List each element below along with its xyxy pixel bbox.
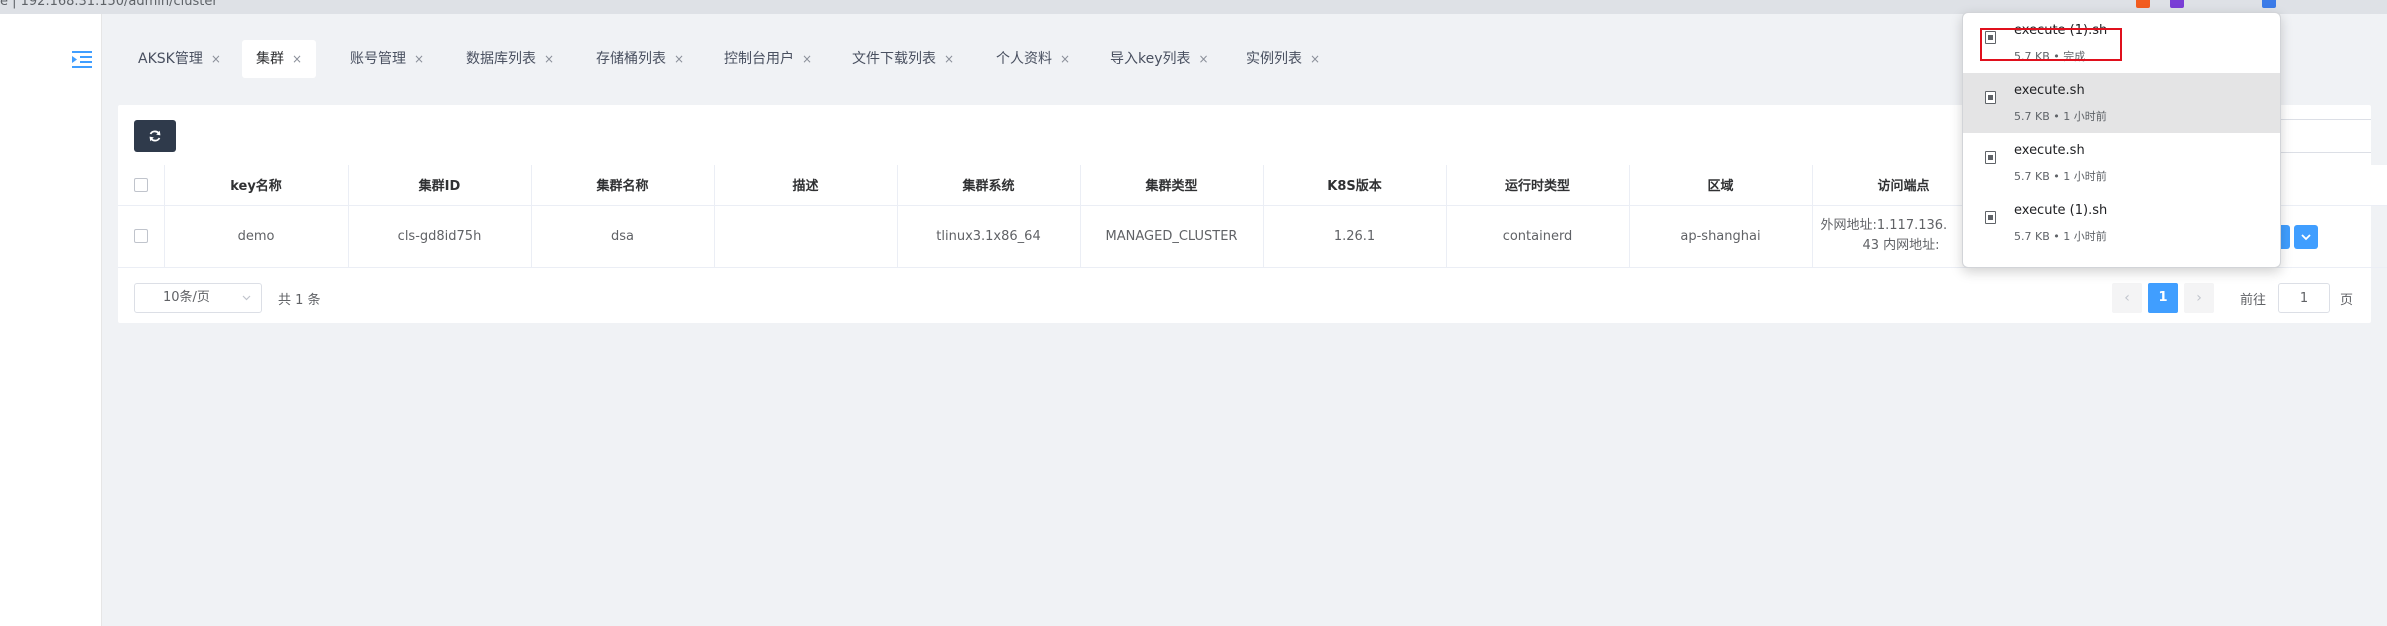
- row-checkbox[interactable]: [133, 229, 148, 243]
- tab-buckets[interactable]: 存储桶列表 ×: [582, 40, 698, 78]
- close-icon[interactable]: ×: [211, 52, 221, 66]
- close-icon[interactable]: ×: [802, 52, 812, 66]
- download-filename: execute.sh: [2014, 83, 2085, 98]
- download-item[interactable]: execute.sh 5.7 KB • 1 小时前: [1963, 73, 2280, 133]
- column-header: 集群类型: [1080, 165, 1264, 206]
- refresh-button[interactable]: [134, 120, 176, 152]
- download-filename: execute (1).sh: [2014, 23, 2108, 38]
- page-number-current[interactable]: 1: [2148, 283, 2178, 313]
- cell-cluster-id: cls-gd8id75h: [348, 205, 532, 268]
- tab-instances[interactable]: 实例列表 ×: [1232, 40, 1334, 78]
- file-icon: [1985, 211, 1996, 224]
- file-icon: [1985, 151, 1996, 164]
- address-bar[interactable]: e | 192.168.31.150/admin/cluster: [0, 0, 218, 9]
- tab-aksk[interactable]: AKSK管理 ×: [124, 40, 235, 78]
- total-count: 共 1 条: [278, 293, 321, 308]
- row-select-cell: [118, 205, 165, 268]
- tab-file-downloads[interactable]: 文件下载列表 ×: [838, 40, 968, 78]
- more-actions-button[interactable]: [2294, 225, 2318, 249]
- cell-cluster-os: tlinux3.1x86_64: [897, 205, 1081, 268]
- sidebar: [0, 14, 102, 626]
- refresh-icon: [149, 130, 161, 142]
- extension-icon[interactable]: [2136, 0, 2150, 8]
- column-header: key名称: [164, 165, 349, 206]
- column-header: 集群ID: [348, 165, 532, 206]
- tab-cluster[interactable]: 集群 ×: [242, 40, 317, 78]
- cell-region: ap-shanghai: [1629, 205, 1813, 268]
- download-meta: 5.7 KB • 完成: [2014, 50, 2086, 63]
- close-icon[interactable]: ×: [1060, 52, 1070, 66]
- download-item[interactable]: execute.sh 5.7 KB • 1 小时前: [1963, 133, 2280, 193]
- download-filename: execute (1).sh: [2014, 203, 2108, 218]
- chevron-down-icon: [2301, 233, 2311, 240]
- column-header: 描述: [714, 165, 898, 206]
- column-header: 区域: [1629, 165, 1813, 206]
- select-all-checkbox[interactable]: [133, 177, 148, 192]
- cell-key-name: demo: [164, 205, 349, 268]
- downloads-popup: execute (1).sh 5.7 KB • 完成 execute.sh 5.…: [1962, 12, 2281, 268]
- goto-suffix: 页: [2340, 293, 2354, 308]
- close-icon[interactable]: ×: [674, 52, 684, 66]
- tab-console-users[interactable]: 控制台用户 ×: [710, 40, 826, 78]
- cell-k8s-version: 1.26.1: [1263, 205, 1447, 268]
- download-item[interactable]: execute (1).sh 5.7 KB • 1 小时前: [1963, 193, 2280, 253]
- close-icon[interactable]: ×: [544, 52, 554, 66]
- cell-runtime: containerd: [1446, 205, 1630, 268]
- close-icon[interactable]: ×: [292, 52, 302, 66]
- column-header: 集群系统: [897, 165, 1081, 206]
- tab-databases[interactable]: 数据库列表 ×: [452, 40, 568, 78]
- download-item[interactable]: execute (1).sh 5.7 KB • 完成: [1963, 13, 2280, 73]
- extension-icon[interactable]: [2170, 0, 2184, 8]
- file-icon: [1985, 91, 1996, 104]
- prev-page-button[interactable]: ‹: [2112, 283, 2142, 313]
- cell-cluster-name: dsa: [531, 205, 715, 268]
- column-header: K8S版本: [1263, 165, 1447, 206]
- file-icon: [1985, 31, 1996, 44]
- download-filename: execute.sh: [2014, 143, 2085, 158]
- next-page-button[interactable]: ›: [2184, 283, 2214, 313]
- select-all-cell: [118, 165, 165, 206]
- close-icon[interactable]: ×: [1199, 52, 1209, 66]
- cell-cluster-type: MANAGED_CLUSTER: [1080, 205, 1264, 268]
- download-meta: 5.7 KB • 1 小时前: [2014, 170, 2107, 183]
- tab-accounts[interactable]: 账号管理 ×: [336, 40, 438, 78]
- close-icon[interactable]: ×: [1310, 52, 1320, 66]
- column-header: 集群名称: [531, 165, 715, 206]
- downloads-icon[interactable]: [2262, 0, 2276, 8]
- goto-page-input[interactable]: [2278, 283, 2330, 313]
- tab-profile[interactable]: 个人资料 ×: [982, 40, 1084, 78]
- goto-label: 前往: [2240, 293, 2267, 308]
- page-size-select[interactable]: 10条/页: [134, 283, 262, 313]
- close-icon[interactable]: ×: [414, 52, 424, 66]
- tab-import-keys[interactable]: 导入key列表 ×: [1096, 40, 1223, 78]
- download-meta: 5.7 KB • 1 小时前: [2014, 230, 2107, 243]
- search-input[interactable]: [2268, 119, 2371, 153]
- cell-description: [714, 205, 898, 268]
- download-meta: 5.7 KB • 1 小时前: [2014, 110, 2107, 123]
- close-icon[interactable]: ×: [944, 52, 954, 66]
- menu-collapse-icon[interactable]: [72, 50, 94, 68]
- column-header: 运行时类型: [1446, 165, 1630, 206]
- chevron-down-icon: [242, 295, 251, 301]
